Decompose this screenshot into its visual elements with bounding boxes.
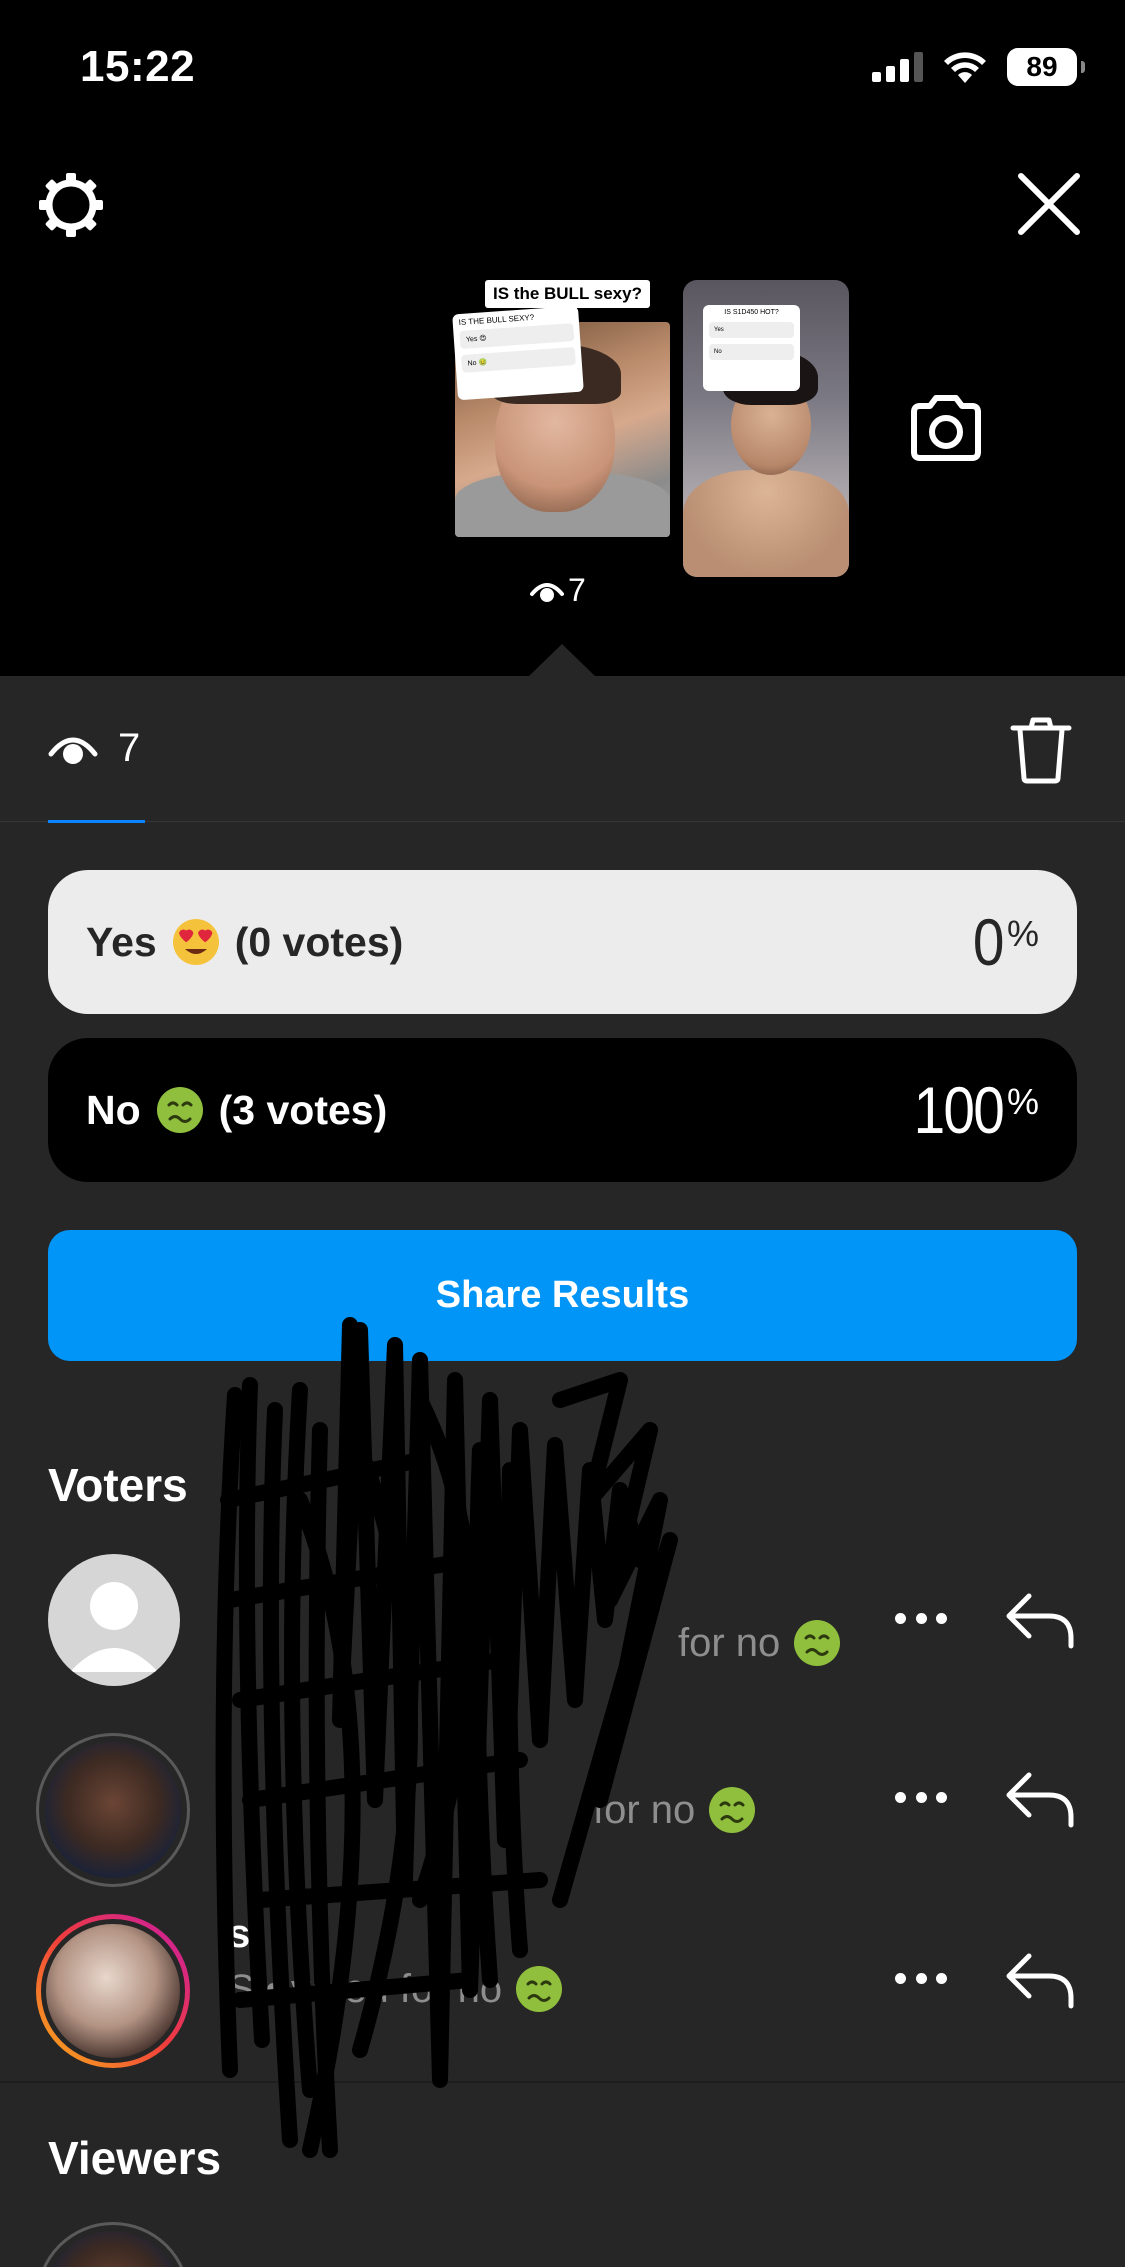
nauseated-face-emoji-icon [794,1620,841,1666]
thumbnail-poll-option: No [709,344,794,360]
poll-option-percent: 0 % [968,909,1039,975]
trash-icon[interactable] [1009,716,1073,784]
more-icon[interactable] [895,1792,947,1806]
thumbnail-poll-option: No 🤢 [460,347,576,373]
reply-icon[interactable] [1005,1769,1075,1829]
view-count: 7 [118,726,141,770]
selected-story-pointer [528,644,596,677]
share-results-button[interactable]: Share Results [48,1230,1077,1361]
status-icons: 89 [872,48,1085,86]
eye-icon [48,737,98,764]
default-avatar-icon [70,1582,158,1672]
poll-option-text: No [86,1086,141,1133]
poll-option-label: No (3 votes) [86,1085,387,1135]
avatar[interactable] [36,2222,190,2267]
poll-option-label: Yes (0 votes) [86,917,403,967]
poll-option-percent: 100 % [899,1077,1039,1143]
avatar[interactable] [48,1554,180,1686]
status-time: 15:22 [80,42,196,91]
section-divider [0,2081,1125,2083]
voter-row[interactable]: for no [0,1554,1125,1724]
percent-symbol: % [1006,1081,1039,1122]
thumbnail-poll-sticker: IS THE BULL SEXY? Yes 😍 No 🤢 [452,305,584,401]
eye-icon [530,582,564,602]
percent-symbol: % [1006,913,1039,954]
nauseated-face-emoji-icon [709,1787,756,1833]
tab-viewers[interactable]: 7 [48,726,140,771]
reply-icon[interactable] [1005,1950,1075,2010]
voters-heading: Voters [48,1459,188,1511]
poll-percent-value: 0 [973,905,1005,979]
poll-result-yes: Yes (0 votes) 0 % [48,870,1077,1014]
voter-row[interactable]: s S • voted for no [0,1912,1125,2084]
active-tab-indicator [48,820,145,823]
nauseated-face-emoji-icon [156,1087,203,1133]
viewers-heading: Viewers [48,2132,222,2184]
close-icon[interactable] [1013,168,1085,240]
poll-percent-value: 100 [913,1073,1004,1147]
poll-option-text: Yes [86,918,157,965]
thumbnail-poll-option: Yes [709,322,794,338]
thumbnail-question-text: IS the BULL sexy? [485,280,650,308]
poll-option-votes: (3 votes) [218,1086,388,1133]
thumbnail-view-count-text: 7 [568,572,586,608]
cellular-signal-icon [872,52,923,82]
avatar[interactable] [36,1733,190,1887]
heart-eyes-emoji-icon [172,919,219,965]
wifi-icon [944,52,986,83]
more-icon[interactable] [895,1613,947,1627]
poll-option-votes: (0 votes) [234,918,404,965]
nauseated-face-emoji-icon [516,1966,563,2012]
camera-icon[interactable] [906,392,986,464]
poll-result-no: No (3 votes) 100 % [48,1038,1077,1182]
thumbnail-poll-question: IS S1D450 HOT? [724,309,779,316]
avatar[interactable] [36,1914,190,2068]
voter-detail: for no [228,1618,842,1668]
voter-row[interactable]: for no [0,1733,1125,1903]
voter-vote-text: for no [678,1620,781,1665]
voter-vote-text: S • voted for no [228,1966,503,2011]
reply-icon[interactable] [1005,1590,1075,1650]
voter-username: s [228,1912,251,1956]
settings-gear-icon[interactable] [36,170,106,240]
thumbnail-view-count: 7 [530,572,586,609]
insights-tab-bar: 7 [0,676,1125,823]
story-preview-area: 15:22 89 IS THE BULL SEXY? Yes 😍 No 🤢 IS… [0,0,1125,677]
voter-detail: S • voted for no [228,1964,848,2014]
voter-detail: for no [228,1785,757,1835]
more-icon[interactable] [895,1973,947,1987]
battery-icon: 89 [1007,48,1085,86]
thumbnail-poll-sticker: IS S1D450 HOT? Yes No [703,305,800,391]
thumbnail-poll-option: Yes 😍 [459,323,575,349]
voter-vote-text: for no [593,1787,696,1832]
story-insights-sheet: 7 Yes (0 votes) 0 % No (3 votes) 100 % S… [0,676,1125,2267]
